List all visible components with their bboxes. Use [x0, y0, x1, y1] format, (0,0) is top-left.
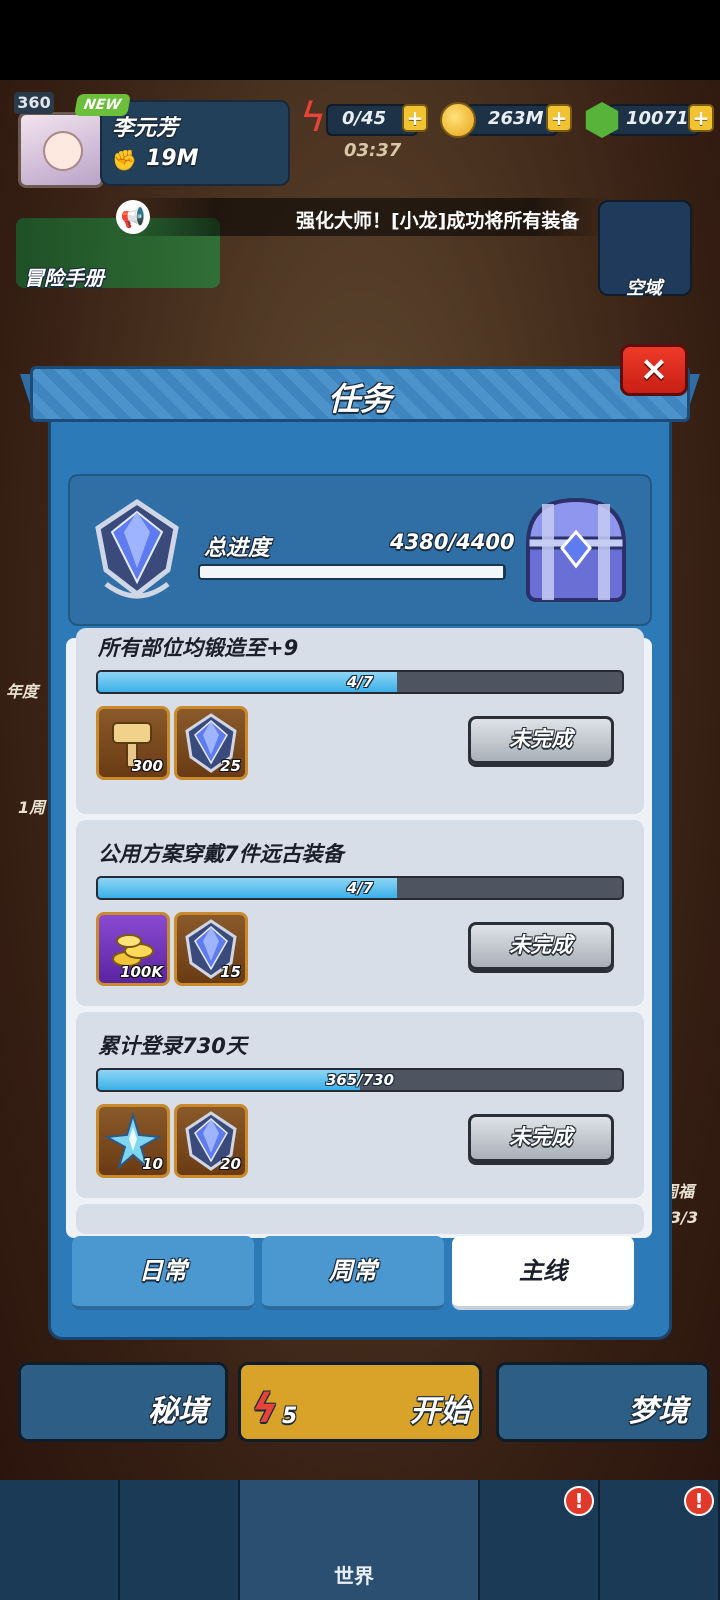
start-cost: 5 — [282, 1404, 298, 1429]
reward-item[interactable]: 15 — [174, 912, 248, 986]
companion-alert-icon: ! — [564, 1486, 594, 1516]
tab-main-label: 主线 — [519, 1257, 567, 1285]
player-power: 19M — [146, 146, 199, 171]
broadcast-text: 强化大师！[小龙]成功将所有装备 — [296, 210, 580, 232]
start-energy-icon: ϟ — [252, 1386, 279, 1432]
quest-card: 公用方案穿戴7件远古装备 4/7 100K 15 未完成 — [76, 820, 644, 1006]
total-progress-bar — [198, 564, 506, 580]
energy-timer: 03:37 — [344, 140, 402, 161]
nav-item-upgrade[interactable] — [120, 1480, 240, 1600]
crystal-emblem-icon — [95, 498, 179, 599]
quest-title: 公用方案穿戴7件远古装备 — [98, 842, 344, 866]
reward-item[interactable]: 10 — [96, 1104, 170, 1178]
energy-value: 0/45 — [342, 108, 387, 129]
player-name: 李元芳 — [112, 116, 179, 141]
dream-realm-label: 梦境 — [628, 1394, 688, 1429]
megaphone-icon: 📢 — [116, 200, 150, 234]
quest-title: 所有部位均锻造至+9 — [98, 636, 299, 660]
reward-item[interactable]: 25 — [174, 706, 248, 780]
sky-realm-label: 空域 — [626, 278, 662, 299]
tab-main[interactable]: 主线 — [452, 1236, 634, 1310]
week-label: 1周 — [18, 798, 46, 817]
reward-count: 15 — [220, 963, 241, 981]
coin-value: 263M — [488, 108, 544, 129]
quest-status-button[interactable]: 未完成 — [468, 716, 614, 764]
nav-world-label: 世界 — [334, 1564, 374, 1588]
avatar-face — [43, 131, 83, 171]
secret-realm-label: 秘境 — [148, 1394, 208, 1429]
quest-card: 所有部位均锻造至+9 4/7 300 25 未完成 — [76, 628, 644, 814]
modal-title: 任务 — [327, 380, 392, 418]
coin-add-button[interactable]: + — [546, 104, 572, 132]
treasure-chest-icon[interactable] — [520, 494, 632, 610]
annual-label: 年度 — [6, 682, 39, 701]
close-button[interactable]: × — [620, 344, 688, 396]
quest-title: 累计登录730天 — [98, 1034, 247, 1058]
quest-progress-text: 365/730 — [325, 1071, 395, 1089]
quest-status-button[interactable]: 未完成 — [468, 1114, 614, 1162]
player-avatar[interactable] — [18, 112, 104, 188]
total-progress-label: 总进度 — [204, 536, 271, 561]
coin-icon — [440, 102, 476, 138]
reward-count: 100K — [120, 963, 163, 981]
blessing-count: 3/3 — [670, 1208, 699, 1227]
reward-count: 300 — [131, 757, 163, 775]
quest-progress-text: 4/7 — [346, 879, 374, 897]
energy-add-button[interactable]: + — [402, 104, 428, 132]
tab-weekly[interactable]: 周常 — [262, 1236, 444, 1310]
reward-item[interactable]: 20 — [174, 1104, 248, 1178]
tab-daily[interactable]: 日常 — [72, 1236, 254, 1310]
quest-card-partial — [76, 1204, 644, 1234]
reward-count: 25 — [220, 757, 241, 775]
guild-alert-icon: ! — [684, 1486, 714, 1516]
adventure-book-label: 冒险手册 — [24, 266, 104, 290]
quest-card: 累计登录730天 365/730 10 20 未完成 — [76, 1012, 644, 1198]
tab-daily-label: 日常 — [139, 1257, 187, 1285]
quest-progress-text: 4/7 — [346, 673, 374, 691]
start-label: 开始 — [410, 1394, 470, 1429]
reward-item[interactable]: 100K — [96, 912, 170, 986]
quest-progress-bar: 4/7 — [96, 876, 624, 900]
tab-weekly-label: 周常 — [329, 1257, 377, 1285]
total-progress-fill — [200, 566, 503, 578]
reward-count: 10 — [142, 1155, 163, 1173]
reward-count: 20 — [220, 1155, 241, 1173]
quest-progress-bar: 4/7 — [96, 670, 624, 694]
nav-item-hero[interactable] — [0, 1480, 120, 1600]
gem-add-button[interactable]: + — [688, 104, 714, 132]
power-icon: ✊ — [112, 148, 137, 172]
player-level: 360 — [14, 92, 54, 114]
total-progress-value: 4380/4400 — [390, 530, 515, 554]
quest-progress-bar: 365/730 — [96, 1068, 624, 1092]
gem-value: 10071 — [626, 108, 689, 129]
reward-item[interactable]: 300 — [96, 706, 170, 780]
quest-status-button[interactable]: 未完成 — [468, 922, 614, 970]
